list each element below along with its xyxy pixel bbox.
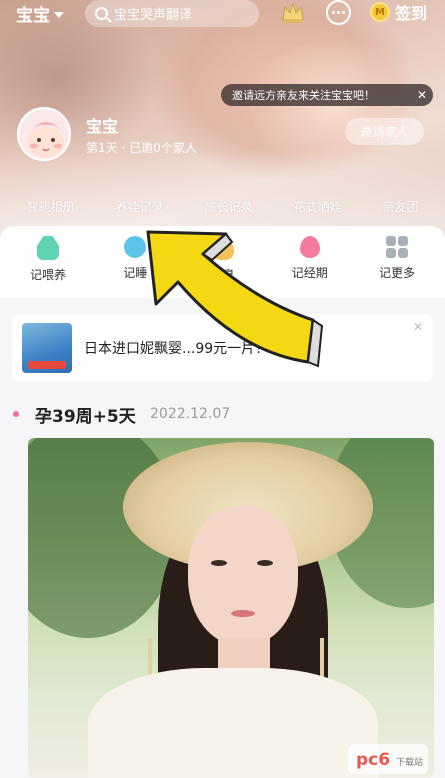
quick-action-label: 记更多 <box>378 266 415 280</box>
record-tabs: 智能相册 养娃记录 成长记录 花式晒娃 亲友团 <box>0 198 445 215</box>
poop-icon <box>211 240 234 260</box>
watermark-brand: pc6 <box>356 750 390 770</box>
bottle-icon <box>37 236 59 260</box>
sleep-icon <box>124 236 147 258</box>
quick-action-label: 记经期 <box>291 266 328 280</box>
close-icon[interactable]: ✕ <box>411 88 433 102</box>
baby-name: 宝宝 <box>86 117 119 136</box>
baby-switcher[interactable]: 宝宝 <box>16 1 64 26</box>
coin-icon: M <box>370 2 390 22</box>
invite-family-button[interactable]: 邀请家人 <box>345 118 424 145</box>
app-screen: 宝宝 宝宝哭声翻译 M 签到 邀请远方亲友来关注宝宝吧！ ✕ 宝宝 第1天 · … <box>0 0 445 778</box>
timeline-photo[interactable]: pc6 下载站 <box>28 438 434 778</box>
timeline-dot <box>13 411 19 417</box>
quick-action-sleep[interactable]: 记睡 <box>95 236 175 298</box>
search-placeholder: 宝宝哭声翻译 <box>114 8 193 23</box>
more-dots-icon[interactable] <box>326 0 351 25</box>
tab-smart-album[interactable]: 智能相册 <box>26 198 74 215</box>
quick-action-label: 记臭 <box>210 268 235 282</box>
quick-action-label: 记睡 <box>123 266 148 280</box>
ad-banner[interactable]: 日本进口妮飘婴...99元一片！ ✕ <box>12 314 433 382</box>
timeline-date: 2022.12.07 <box>150 406 231 422</box>
tab-family-group[interactable]: 亲友团 <box>382 198 418 215</box>
quick-actions: 记喂养 记睡 记臭 记经期 记更多 <box>0 226 445 298</box>
ad-text: 日本进口妮飘婴...99元一片！ <box>84 341 270 357</box>
signin-label: 签到 <box>395 4 428 23</box>
quick-action-label: 记喂养 <box>29 268 66 282</box>
watermark-sub: 下载站 <box>396 756 423 768</box>
invite-tooltip-text: 邀请远方亲友来关注宝宝吧！ <box>232 89 375 102</box>
pregnancy-week: 孕39周+5天 <box>35 407 136 427</box>
tab-parenting-record[interactable]: 养娃记录 <box>115 198 163 215</box>
invite-tooltip[interactable]: 邀请远方亲友来关注宝宝吧！ ✕ <box>221 84 433 106</box>
avatar[interactable] <box>17 107 71 161</box>
search-box[interactable]: 宝宝哭声翻译 <box>85 0 259 27</box>
baby-meta: 第1天 · 已邀0个家人 <box>86 141 197 155</box>
close-icon[interactable]: ✕ <box>413 320 423 334</box>
signin-button[interactable]: M 签到 <box>370 0 427 24</box>
quick-action-more[interactable]: 记更多 <box>357 236 437 298</box>
top-bar: 宝宝 宝宝哭声翻译 M 签到 <box>0 0 445 30</box>
quick-action-period[interactable]: 记经期 <box>270 236 350 298</box>
search-icon <box>95 7 108 20</box>
quick-action-feeding[interactable]: 记喂养 <box>8 236 88 298</box>
tab-growth-record[interactable]: 成长记录 <box>204 198 252 215</box>
watermark-logo: pc6 下载站 <box>348 744 428 774</box>
baby-switcher-label: 宝宝 <box>16 6 50 26</box>
crown-icon[interactable] <box>281 2 305 24</box>
ad-product-image <box>22 323 72 373</box>
quick-action-poop[interactable]: 记臭 <box>183 236 263 298</box>
grid-icon <box>386 236 408 258</box>
tab-show-baby[interactable]: 花式晒娃 <box>293 198 341 215</box>
caret-down-icon <box>54 11 64 18</box>
drop-icon <box>299 236 320 258</box>
